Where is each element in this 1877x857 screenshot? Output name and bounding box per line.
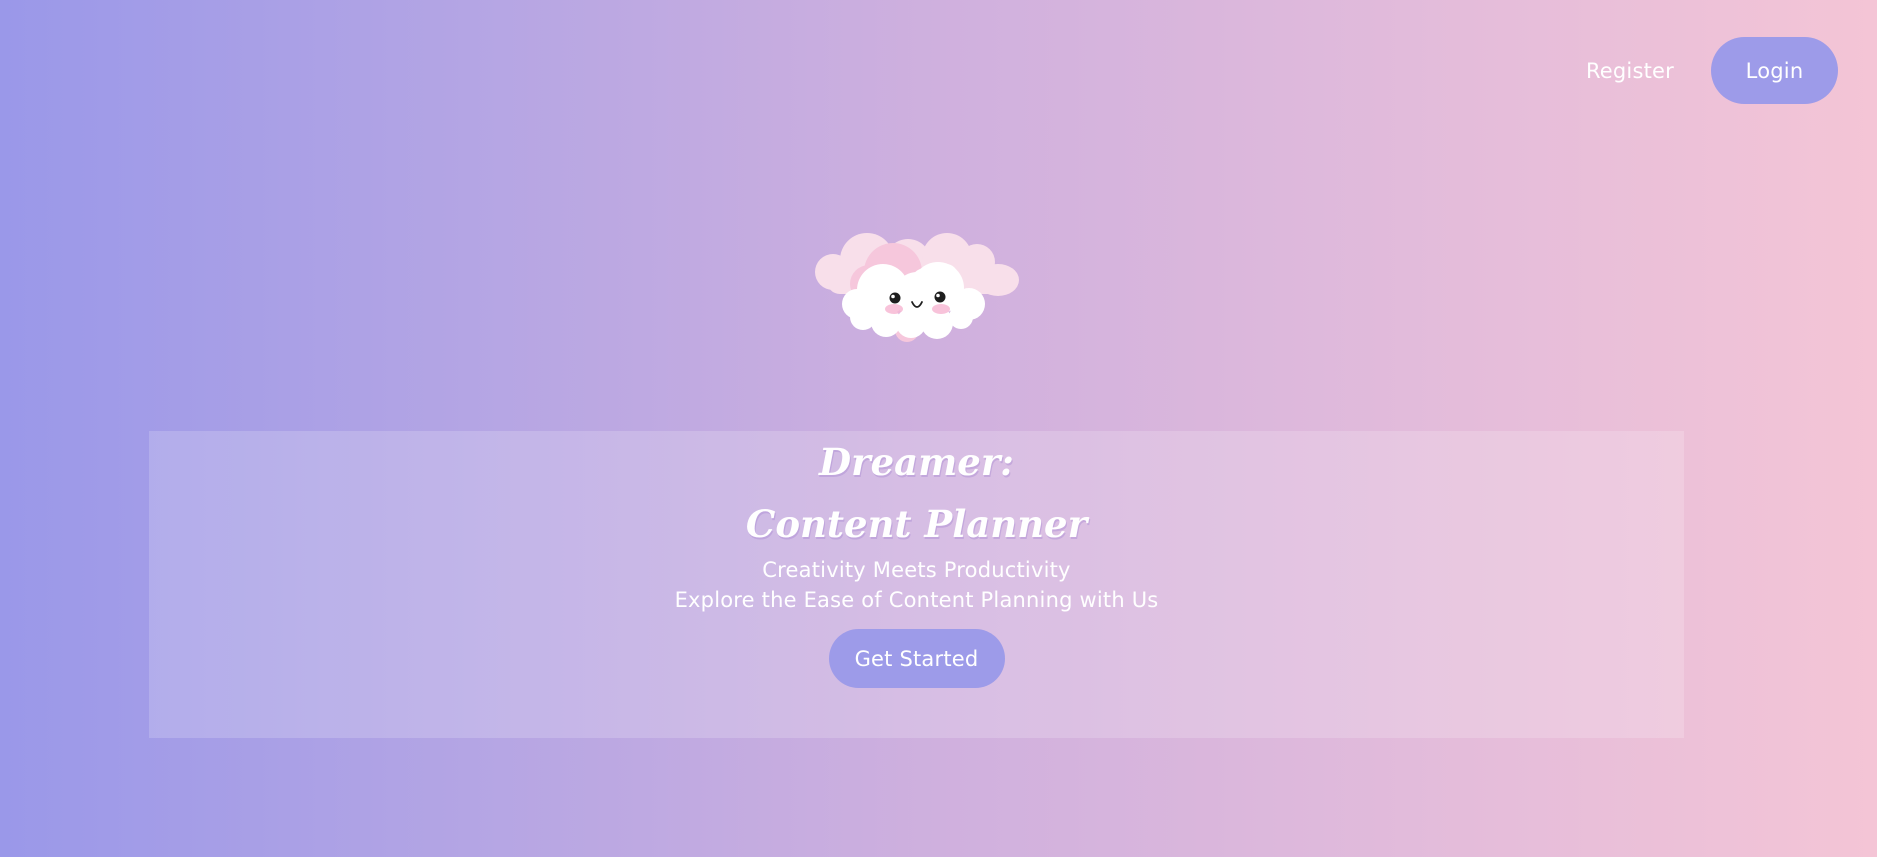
smiling-cloud-icon (815, 233, 1019, 342)
get-started-button[interactable]: Get Started (828, 629, 1005, 688)
hero-title-line2: Content Planner (745, 502, 1088, 546)
hero-tagline: Creativity Meets Productivity (762, 558, 1071, 582)
hero-subtitle: Explore the Ease of Content Planning wit… (674, 588, 1159, 612)
login-button[interactable]: Login (1711, 37, 1838, 104)
cloud-mascot (815, 232, 1020, 342)
top-navigation: Register Login (1586, 37, 1838, 104)
hero-panel: Dreamer: Content Planner Creativity Meet… (149, 431, 1684, 738)
hero-title-line1: Dreamer: (819, 440, 1014, 484)
register-link[interactable]: Register (1586, 59, 1674, 83)
